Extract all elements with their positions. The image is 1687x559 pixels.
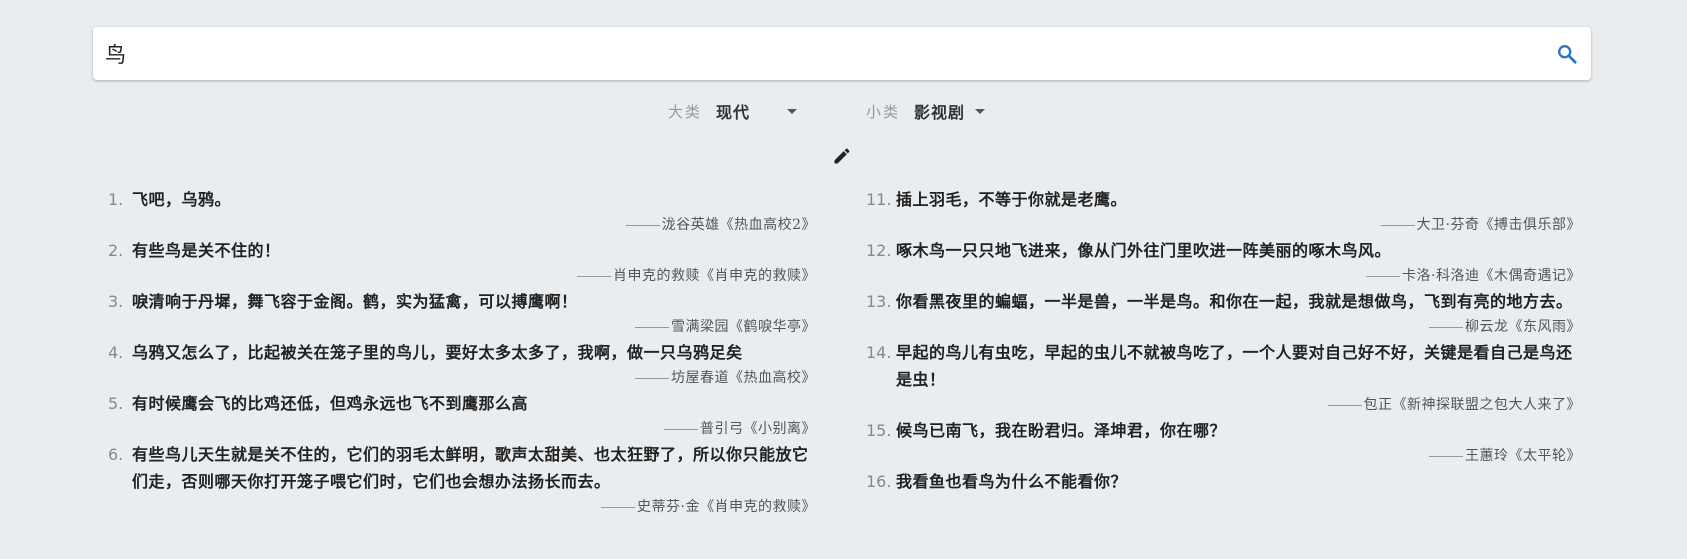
source-dash xyxy=(1380,224,1415,226)
quote-source: 泷谷英雄《热血高校2》 xyxy=(108,213,816,237)
quote-item[interactable]: 13. 你看黑夜里的蝙蝠，一半是兽，一半是鸟。和你在一起，我就是想做鸟，飞到有亮的… xyxy=(866,288,1581,339)
quote-source-text: 卡洛·科洛迪《木偶奇遇记》 xyxy=(1402,268,1581,284)
source-dash xyxy=(625,224,660,226)
quote-number: 12. xyxy=(866,241,892,260)
source-dash xyxy=(635,326,669,328)
quote-source-text: 坊屋春道《热血高校》 xyxy=(671,370,816,386)
category-select[interactable]: 大类 现代 xyxy=(668,98,798,124)
category-label: 大类 xyxy=(668,102,703,121)
subcategory-select[interactable]: 小类 影视剧 xyxy=(866,98,986,124)
quote-number: 6. xyxy=(108,445,124,464)
quote-source: 包正《新神探联盟之包大人来了》 xyxy=(866,393,1581,417)
search-input[interactable] xyxy=(105,27,1525,80)
quote-number: 11. xyxy=(866,190,892,209)
quote-list-left: 1. 飞吧，乌鸦。 泷谷英雄《热血高校2》 2. 有些鸟是关不住的！ 肖申克的救赎《… xyxy=(108,186,816,519)
quote-list-right: 11. 插上羽毛，不等于你就是老鹰。 大卫·芬奇《搏击俱乐部》 12. 啄木鸟一只只… xyxy=(866,186,1581,495)
search-bar xyxy=(93,27,1591,80)
quote-text: 飞吧，乌鸦。 xyxy=(132,190,232,209)
quote-source-text: 柳云龙《东风雨》 xyxy=(1465,319,1581,335)
quote-text: 啄木鸟一只只地飞进来，像从门外往门里吹进一阵美丽的啄木鸟风。 xyxy=(896,241,1392,260)
search-button[interactable] xyxy=(1553,40,1581,68)
quote-source: 柳云龙《东风雨》 xyxy=(866,315,1581,339)
search-icon xyxy=(1558,45,1577,64)
quote-text: 我看鱼也看鸟为什么不能看你？ xyxy=(896,472,1128,491)
quote-text: 候鸟已南飞，我在盼君归。泽坤君，你在哪？ xyxy=(896,421,1227,440)
chevron-down-icon[interactable] xyxy=(975,108,986,114)
quote-item[interactable]: 16. 我看鱼也看鸟为什么不能看你？ xyxy=(866,468,1581,495)
subcategory-value[interactable]: 影视剧 xyxy=(914,99,965,123)
quote-number: 14. xyxy=(866,343,892,362)
quote-item[interactable]: 4. 乌鸦又怎么了，比起被关在笼子里的鸟儿，要好太多太多了，我啊，做一只乌鸦足矣 … xyxy=(108,339,816,390)
quote-source: 肖申克的救赎《肖申克的救赎》 xyxy=(108,264,816,288)
quote-number: 1. xyxy=(108,190,124,209)
quote-source-text: 包正《新神探联盟之包大人来了》 xyxy=(1363,397,1581,413)
filter-bar: 大类 现代 小类 影视剧 xyxy=(0,98,1687,124)
quote-item[interactable]: 15. 候鸟已南飞，我在盼君归。泽坤君，你在哪？ 王蕙玲《太平轮》 xyxy=(866,417,1581,468)
quote-source: 雪满梁园《鹤唳华亭》 xyxy=(108,315,816,339)
source-dash xyxy=(1429,455,1463,457)
quote-number: 16. xyxy=(866,472,892,491)
quote-text: 唳清响于丹墀，舞飞容于金阁。鹤，实为猛禽，可以搏鹰啊！ xyxy=(132,292,578,311)
quote-text: 你看黑夜里的蝙蝠，一半是兽，一半是鸟。和你在一起，我就是想做鸟，飞到有亮的地方去… xyxy=(896,292,1573,311)
quote-number: 5. xyxy=(108,394,124,413)
pencil-icon xyxy=(834,148,850,164)
quote-source-text: 普引弓《小别离》 xyxy=(700,421,816,437)
quote-text: 有些鸟是关不住的！ xyxy=(132,241,281,260)
quote-source-text: 雪满梁园《鹤唳华亭》 xyxy=(671,319,816,335)
source-dash xyxy=(601,506,636,508)
chevron-down-icon[interactable] xyxy=(787,108,798,114)
quote-number: 3. xyxy=(108,292,124,311)
quote-item[interactable]: 14. 早起的鸟儿有虫吃，早起的虫儿不就被鸟吃了，一个人要对自己好不好，关键是看自… xyxy=(866,339,1581,417)
quote-number: 4. xyxy=(108,343,124,362)
quote-item[interactable]: 2. 有些鸟是关不住的！ 肖申克的救赎《肖申克的救赎》 xyxy=(108,237,816,288)
quote-item[interactable]: 6. 有些鸟儿天生就是关不住的，它们的羽毛太鲜明，歌声太甜美、也太狂野了，所以你只… xyxy=(108,441,816,519)
quote-source-text: 肖申克的救赎《肖申克的救赎》 xyxy=(613,268,816,284)
quote-item[interactable]: 5. 有时候鹰会飞的比鸡还低，但鸡永远也飞不到鹰那么高 普引弓《小别离》 xyxy=(108,390,816,441)
source-dash xyxy=(635,377,669,379)
quote-source: 坊屋春道《热血高校》 xyxy=(108,366,816,390)
quote-source-text: 王蕙玲《太平轮》 xyxy=(1465,448,1581,464)
quote-item[interactable]: 1. 飞吧，乌鸦。 泷谷英雄《热血高校2》 xyxy=(108,186,816,237)
edit-button[interactable] xyxy=(832,146,852,166)
source-dash xyxy=(577,275,611,277)
quote-text: 乌鸦又怎么了，比起被关在笼子里的鸟儿，要好太多太多了，我啊，做一只乌鸦足矣 xyxy=(132,343,743,362)
quote-number: 15. xyxy=(866,421,892,440)
quote-item[interactable]: 11. 插上羽毛，不等于你就是老鹰。 大卫·芬奇《搏击俱乐部》 xyxy=(866,186,1581,237)
quote-number: 2. xyxy=(108,241,124,260)
quote-item[interactable]: 3. 唳清响于丹墀，舞飞容于金阁。鹤，实为猛禽，可以搏鹰啊！ 雪满梁园《鹤唳华亭》 xyxy=(108,288,816,339)
quote-source-text: 大卫·芬奇《搏击俱乐部》 xyxy=(1416,217,1581,233)
subcategory-label: 小类 xyxy=(866,102,901,121)
quote-number: 13. xyxy=(866,292,892,311)
quote-text: 有些鸟儿天生就是关不住的，它们的羽毛太鲜明，歌声太甜美、也太狂野了，所以你只能放… xyxy=(132,445,809,491)
source-dash xyxy=(1366,275,1401,277)
quote-text: 有时候鹰会飞的比鸡还低，但鸡永远也飞不到鹰那么高 xyxy=(132,394,529,413)
category-value[interactable]: 现代 xyxy=(716,99,750,123)
source-dash xyxy=(1429,326,1463,328)
quote-text: 早起的鸟儿有虫吃，早起的虫儿不就被鸟吃了，一个人要对自己好不好，关键是看自己是鸟… xyxy=(896,343,1573,389)
quote-source: 大卫·芬奇《搏击俱乐部》 xyxy=(866,213,1581,237)
quote-text: 插上羽毛，不等于你就是老鹰。 xyxy=(896,190,1128,209)
quote-source: 卡洛·科洛迪《木偶奇遇记》 xyxy=(866,264,1581,288)
quote-source: 普引弓《小别离》 xyxy=(108,417,816,441)
quote-source: 王蕙玲《太平轮》 xyxy=(866,444,1581,468)
quote-source-text: 史蒂芬·金《肖申克的救赎》 xyxy=(637,499,816,515)
source-dash xyxy=(1327,404,1362,406)
quote-item[interactable]: 12. 啄木鸟一只只地飞进来，像从门外往门里吹进一阵美丽的啄木鸟风。 卡洛·科洛迪… xyxy=(866,237,1581,288)
quote-source: 史蒂芬·金《肖申克的救赎》 xyxy=(108,495,816,519)
quote-source-text: 泷谷英雄《热血高校2》 xyxy=(661,217,816,233)
source-dash xyxy=(664,428,698,430)
